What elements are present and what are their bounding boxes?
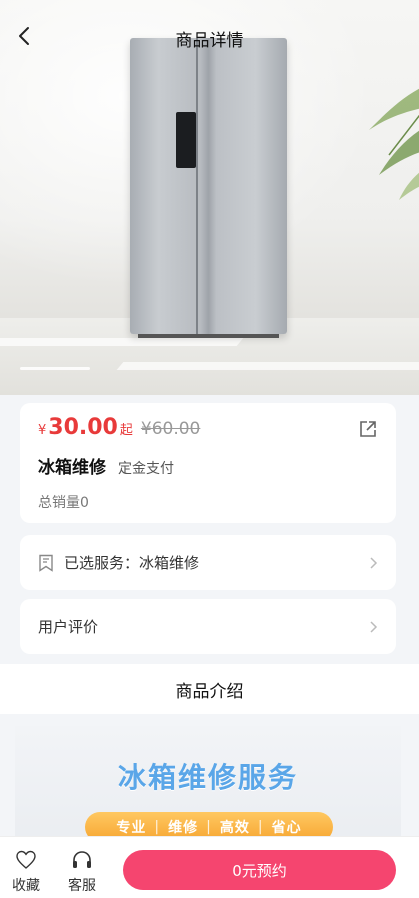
product-image[interactable]	[0, 0, 419, 395]
user-review-label: 用户评价	[38, 618, 99, 636]
chevron-right-icon	[370, 556, 378, 569]
headset-icon	[73, 851, 91, 868]
fridge-seam	[196, 38, 198, 334]
page-title: 商品详情	[175, 31, 244, 51]
heart-icon	[16, 850, 36, 869]
bottom-action-bar: 收藏 客服 0元预约	[0, 836, 419, 898]
chevron-right-icon	[370, 620, 378, 633]
service-label: 客服	[68, 878, 96, 894]
banner-tag: 专业	[116, 820, 147, 836]
fridge-feet	[138, 334, 279, 338]
original-price: ¥60.00	[140, 419, 201, 439]
price-suffix: 起	[119, 423, 133, 438]
nav-bar: 商品详情	[0, 18, 419, 54]
light-stripe	[116, 362, 419, 370]
sales-count: 总销量0	[38, 495, 89, 511]
banner-title: 冰箱维修服务	[117, 761, 298, 794]
price-card: ¥ 30.00 起 ¥60.00 冰箱维修 定金支付 总销量0	[20, 403, 396, 523]
current-price: 30.00	[48, 415, 118, 440]
name-row: 冰箱维修 定金支付	[38, 453, 174, 478]
banner-tag: 维修	[168, 820, 199, 836]
banner-tag: 省心	[271, 820, 302, 836]
share-icon[interactable]	[358, 419, 378, 439]
selected-service-row[interactable]: 已选服务：冰箱维修	[20, 535, 396, 590]
payment-type: 定金支付	[118, 461, 174, 477]
intro-title: 商品介绍	[175, 681, 244, 702]
customer-service-button[interactable]: 客服	[62, 849, 102, 895]
product-name: 冰箱维修	[38, 458, 106, 478]
favorite-label: 收藏	[12, 878, 40, 894]
plant-icon	[369, 88, 419, 200]
bookmark-doc-icon	[39, 554, 53, 572]
light-stripe	[0, 338, 244, 346]
carousel-indicator	[20, 367, 90, 370]
product-intro-heading: 商品介绍	[0, 664, 419, 714]
banner-tag: 高效	[219, 820, 250, 836]
book-button[interactable]: 0元预约	[123, 850, 396, 890]
price-row: ¥ 30.00 起 ¥60.00	[38, 415, 200, 440]
fridge-illustration	[130, 38, 287, 338]
fridge-control-panel	[176, 112, 196, 168]
service-banner: 冰箱维修服务 专业 | 维修 | 高效 | 省心	[15, 726, 401, 846]
currency-symbol: ¥	[38, 423, 47, 438]
user-review-row[interactable]: 用户评价	[20, 599, 396, 654]
selected-service-label: 已选服务：冰箱维修	[64, 554, 200, 572]
favorite-button[interactable]: 收藏	[6, 849, 46, 895]
